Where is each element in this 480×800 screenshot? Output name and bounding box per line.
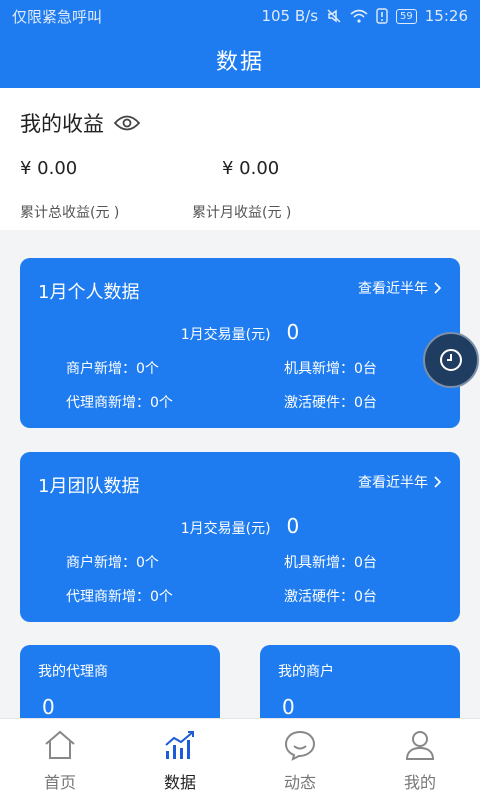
personal-card-title: 1月个人数据	[38, 282, 140, 303]
tab-mine-label: 我的	[403, 773, 436, 792]
my-merchants-title: 我的商户	[278, 664, 334, 680]
user-icon	[405, 731, 435, 760]
team-link-label: 查看近半年	[358, 475, 428, 491]
clock-icon	[440, 349, 462, 371]
chat-icon	[284, 730, 316, 761]
tab-data-label: 数据	[163, 773, 196, 792]
personal-machines-new: 机具新增：0台	[284, 361, 377, 377]
earnings-section: 我的收益 ¥ 0.00 ¥ 0.00 累计总收益(元 ) 累计月收益(元 )	[0, 88, 480, 230]
team-volume-label: 1月交易量(元)	[180, 521, 271, 537]
floating-history-button[interactable]	[423, 332, 479, 388]
team-data-card: 1月团队数据 查看近半年 1月交易量(元) 0 商户新增：0个 机具新增：0台 …	[20, 452, 460, 622]
sim-alert-icon	[376, 8, 388, 24]
personal-volume-label: 1月交易量(元)	[180, 327, 271, 343]
eye-icon[interactable]	[114, 114, 140, 132]
tab-activity[interactable]: 动态	[240, 719, 360, 800]
tab-activity-label: 动态	[283, 773, 316, 792]
battery-icon: 59	[396, 8, 417, 24]
month-earnings-label: 累计月收益(元 )	[192, 205, 292, 221]
page-header: 数据	[0, 32, 480, 88]
tab-home[interactable]: 首页	[0, 719, 120, 800]
team-machines-new: 机具新增：0台	[284, 555, 377, 571]
my-merchants-value: 0	[282, 695, 295, 719]
chart-icon	[165, 731, 194, 759]
team-view-half-year-link[interactable]: 查看近半年	[358, 472, 442, 492]
team-volume-value: 0	[286, 514, 300, 538]
status-right: 105 B/s 59 15:26	[261, 7, 468, 25]
status-carrier: 仅限紧急呼叫	[12, 7, 103, 26]
status-time: 15:26	[424, 7, 468, 25]
bottom-tab-bar: 首页 数据 动态 我的	[0, 718, 480, 800]
personal-link-label: 查看近半年	[358, 281, 428, 297]
personal-agents-new: 代理商新增：0个	[66, 395, 173, 411]
personal-view-half-year-link[interactable]: 查看近半年	[358, 278, 442, 298]
status-bar: 仅限紧急呼叫 105 B/s 59 15:26	[0, 0, 480, 32]
team-agents-new: 代理商新增：0个	[66, 589, 173, 605]
personal-hardware-active: 激活硬件：0台	[284, 395, 377, 411]
wifi-icon	[350, 9, 368, 23]
total-earnings-label: 累计总收益(元 )	[20, 205, 120, 221]
personal-data-card: 1月个人数据 查看近半年 1月交易量(元) 0 商户新增：0个 机具新增：0台 …	[20, 258, 460, 428]
team-hardware-active: 激活硬件：0台	[284, 589, 377, 605]
month-earnings-value: ¥ 0.00	[222, 158, 280, 179]
home-icon	[45, 730, 75, 759]
chevron-right-icon	[434, 476, 442, 488]
earnings-title-row: 我的收益	[20, 108, 140, 138]
team-card-title: 1月团队数据	[38, 476, 140, 497]
total-earnings-value: ¥ 0.00	[20, 158, 78, 179]
page-title: 数据	[215, 50, 264, 75]
earnings-title: 我的收益	[20, 112, 104, 136]
mute-icon	[327, 9, 341, 23]
chevron-right-icon	[434, 282, 442, 294]
team-volume: 1月交易量(元) 0	[20, 514, 460, 538]
tab-data[interactable]: 数据	[120, 719, 240, 800]
status-speed: 105 B/s	[261, 7, 319, 25]
personal-volume: 1月交易量(元) 0	[20, 320, 460, 344]
personal-volume-value: 0	[286, 320, 300, 344]
team-merchants-new: 商户新增：0个	[66, 555, 159, 571]
personal-merchants-new: 商户新增：0个	[66, 361, 159, 377]
my-agents-title: 我的代理商	[38, 664, 108, 680]
tab-mine[interactable]: 我的	[360, 719, 480, 800]
tab-home-label: 首页	[43, 773, 76, 792]
my-agents-value: 0	[42, 695, 55, 719]
